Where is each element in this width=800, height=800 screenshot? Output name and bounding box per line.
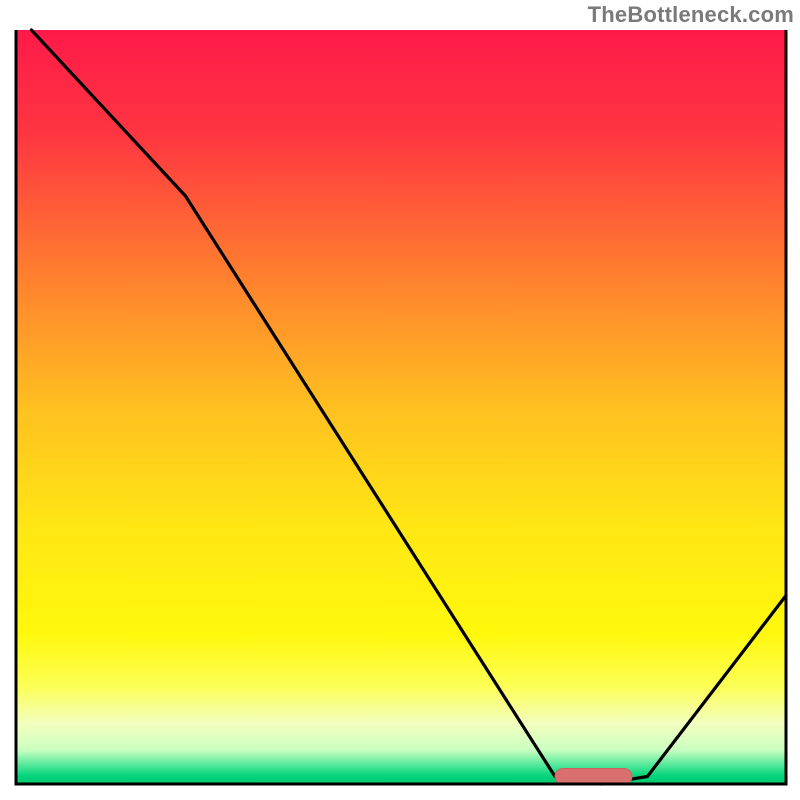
gradient-background	[16, 30, 786, 784]
optimum-marker	[555, 768, 632, 784]
bottleneck-chart	[0, 0, 800, 800]
